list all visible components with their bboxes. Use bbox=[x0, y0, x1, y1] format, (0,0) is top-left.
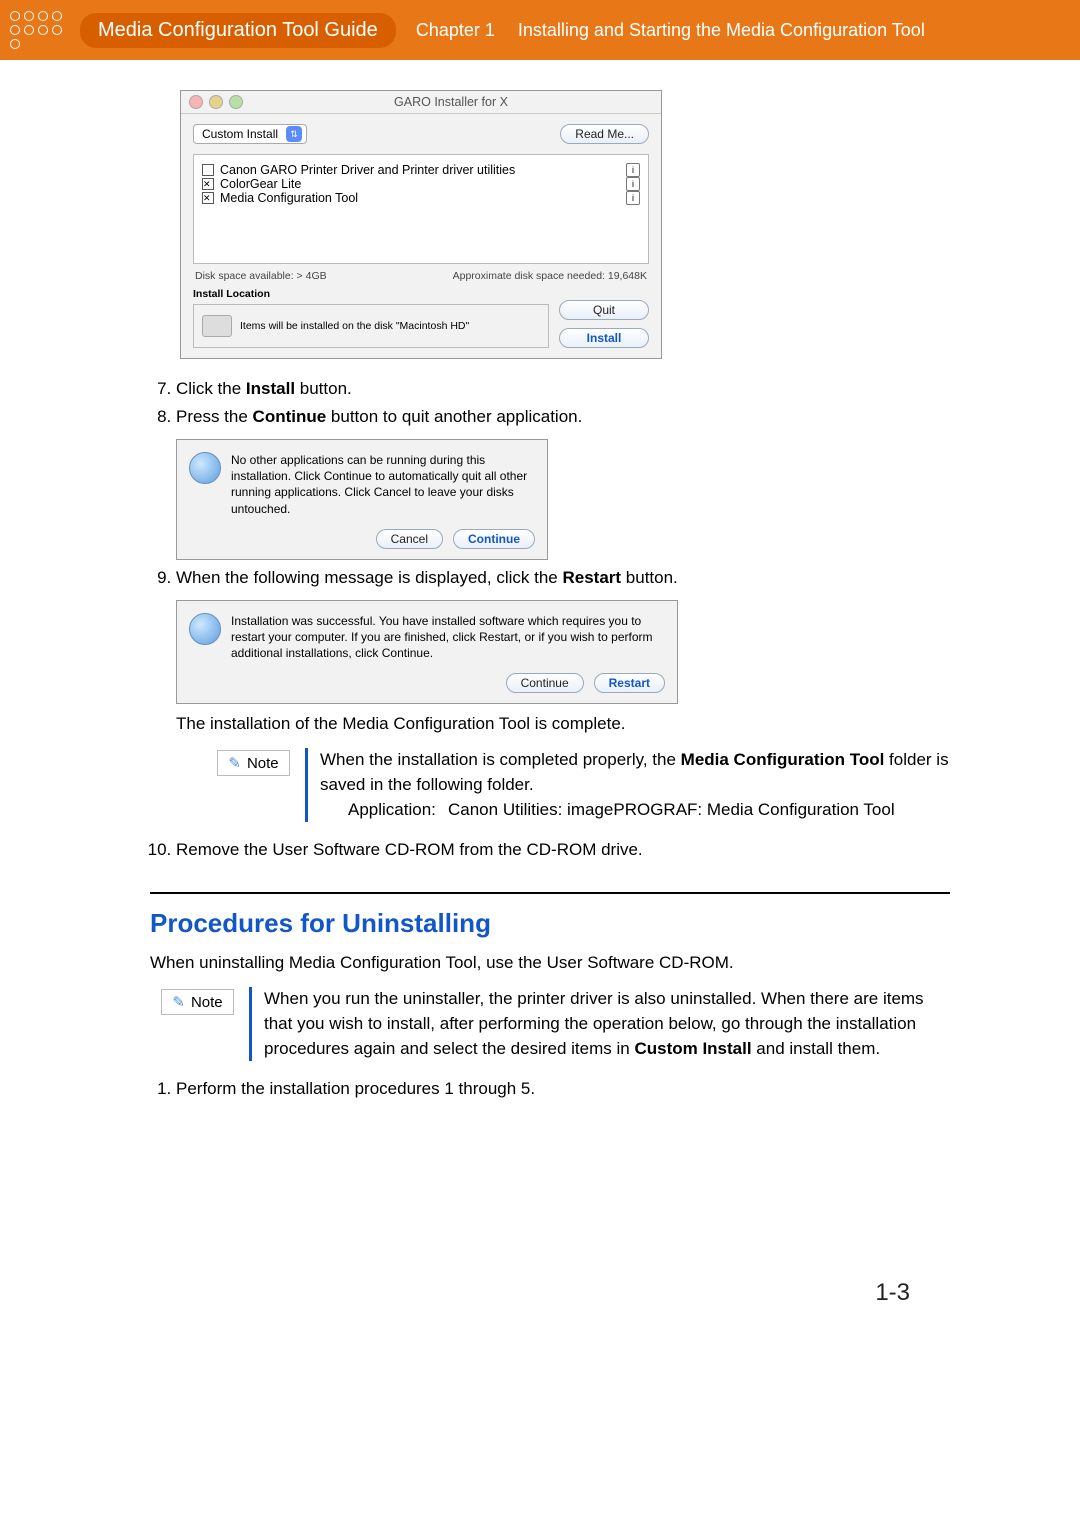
zoom-icon bbox=[229, 95, 243, 109]
page-header: Media Configuration Tool Guide Chapter 1… bbox=[0, 0, 1080, 60]
dropdown-arrows-icon: ⇅ bbox=[286, 126, 302, 142]
step-9: When the following message is displayed,… bbox=[176, 568, 950, 822]
restart-button[interactable]: Restart bbox=[594, 673, 665, 693]
installer-app-icon bbox=[189, 613, 221, 645]
note-block: ✎ Note When you run the uninstaller, the… bbox=[150, 987, 950, 1061]
info-icon[interactable]: i bbox=[626, 163, 640, 177]
step-8: Press the Continue button to quit anothe… bbox=[176, 407, 950, 560]
list-item[interactable]: Canon GARO Printer Driver and Printer dr… bbox=[202, 163, 640, 177]
continue-button[interactable]: Continue bbox=[506, 673, 584, 693]
list-item[interactable]: ColorGear Lite i bbox=[202, 177, 640, 191]
chapter-line: Chapter 1 Installing and Starting the Me… bbox=[416, 20, 925, 41]
installer-app-icon bbox=[189, 452, 221, 484]
note-badge: ✎ Note bbox=[217, 750, 289, 776]
pencil-icon: ✎ bbox=[172, 993, 185, 1011]
section-divider bbox=[150, 892, 950, 894]
info-icon[interactable]: i bbox=[626, 177, 640, 191]
minimize-icon bbox=[209, 95, 223, 109]
pencil-icon: ✎ bbox=[228, 754, 241, 772]
readme-button[interactable]: Read Me... bbox=[560, 124, 649, 144]
restart-dialog: Installation was successful. You have in… bbox=[176, 600, 678, 705]
install-items-list: Canon GARO Printer Driver and Printer dr… bbox=[193, 154, 649, 264]
disk-needed: Approximate disk space needed: 19,648K bbox=[453, 270, 647, 282]
quit-button[interactable]: Quit bbox=[559, 300, 649, 320]
checkbox-icon[interactable] bbox=[202, 164, 214, 176]
close-icon bbox=[189, 95, 203, 109]
install-complete-text: The installation of the Media Configurat… bbox=[176, 714, 950, 734]
install-location-box: Items will be installed on the disk "Mac… bbox=[193, 304, 549, 348]
uninstall-heading: Procedures for Uninstalling bbox=[150, 908, 950, 939]
application-path: Canon Utilities: imagePROGRAF: Media Con… bbox=[448, 798, 895, 823]
restart-dialog-text: Installation was successful. You have in… bbox=[231, 613, 665, 662]
chapter-number: Chapter 1 bbox=[416, 20, 495, 40]
note-block: ✎ Note When the installation is complete… bbox=[206, 748, 950, 822]
step-10: Remove the User Software CD-ROM from the… bbox=[176, 840, 950, 860]
install-type-dropdown[interactable]: Custom Install ⇅ bbox=[193, 124, 307, 144]
installer-window: GARO Installer for X Custom Install ⇅ Re… bbox=[180, 90, 662, 359]
install-location-heading: Install Location bbox=[193, 288, 649, 300]
note-divider bbox=[305, 748, 308, 822]
disk-available: Disk space available: > 4GB bbox=[195, 270, 327, 282]
install-button[interactable]: Install bbox=[559, 328, 649, 348]
continue-button[interactable]: Continue bbox=[453, 529, 535, 549]
checkbox-icon[interactable] bbox=[202, 178, 214, 190]
uninstall-intro: When uninstalling Media Configuration To… bbox=[150, 953, 950, 973]
note-badge: ✎ Note bbox=[161, 989, 233, 1015]
continue-dialog-text: No other applications can be running dur… bbox=[231, 452, 535, 517]
harddisk-icon bbox=[202, 315, 232, 337]
info-icon[interactable]: i bbox=[626, 191, 640, 205]
application-label: Application: bbox=[348, 798, 448, 823]
cancel-button[interactable]: Cancel bbox=[376, 529, 443, 549]
chapter-title: Installing and Starting the Media Config… bbox=[518, 20, 925, 40]
page-number: 1-3 bbox=[150, 1279, 910, 1307]
installer-title: GARO Installer for X bbox=[249, 95, 653, 109]
checkbox-icon[interactable] bbox=[202, 192, 214, 204]
continue-dialog: No other applications can be running dur… bbox=[176, 439, 548, 560]
guide-title: Media Configuration Tool Guide bbox=[80, 13, 396, 48]
list-item[interactable]: Media Configuration Tool i bbox=[202, 191, 640, 205]
note-divider bbox=[249, 987, 252, 1061]
step-7: Click the Install button. bbox=[176, 379, 950, 399]
uninstall-step-1: Perform the installation procedures 1 th… bbox=[176, 1079, 950, 1099]
decorative-dots bbox=[10, 11, 70, 49]
